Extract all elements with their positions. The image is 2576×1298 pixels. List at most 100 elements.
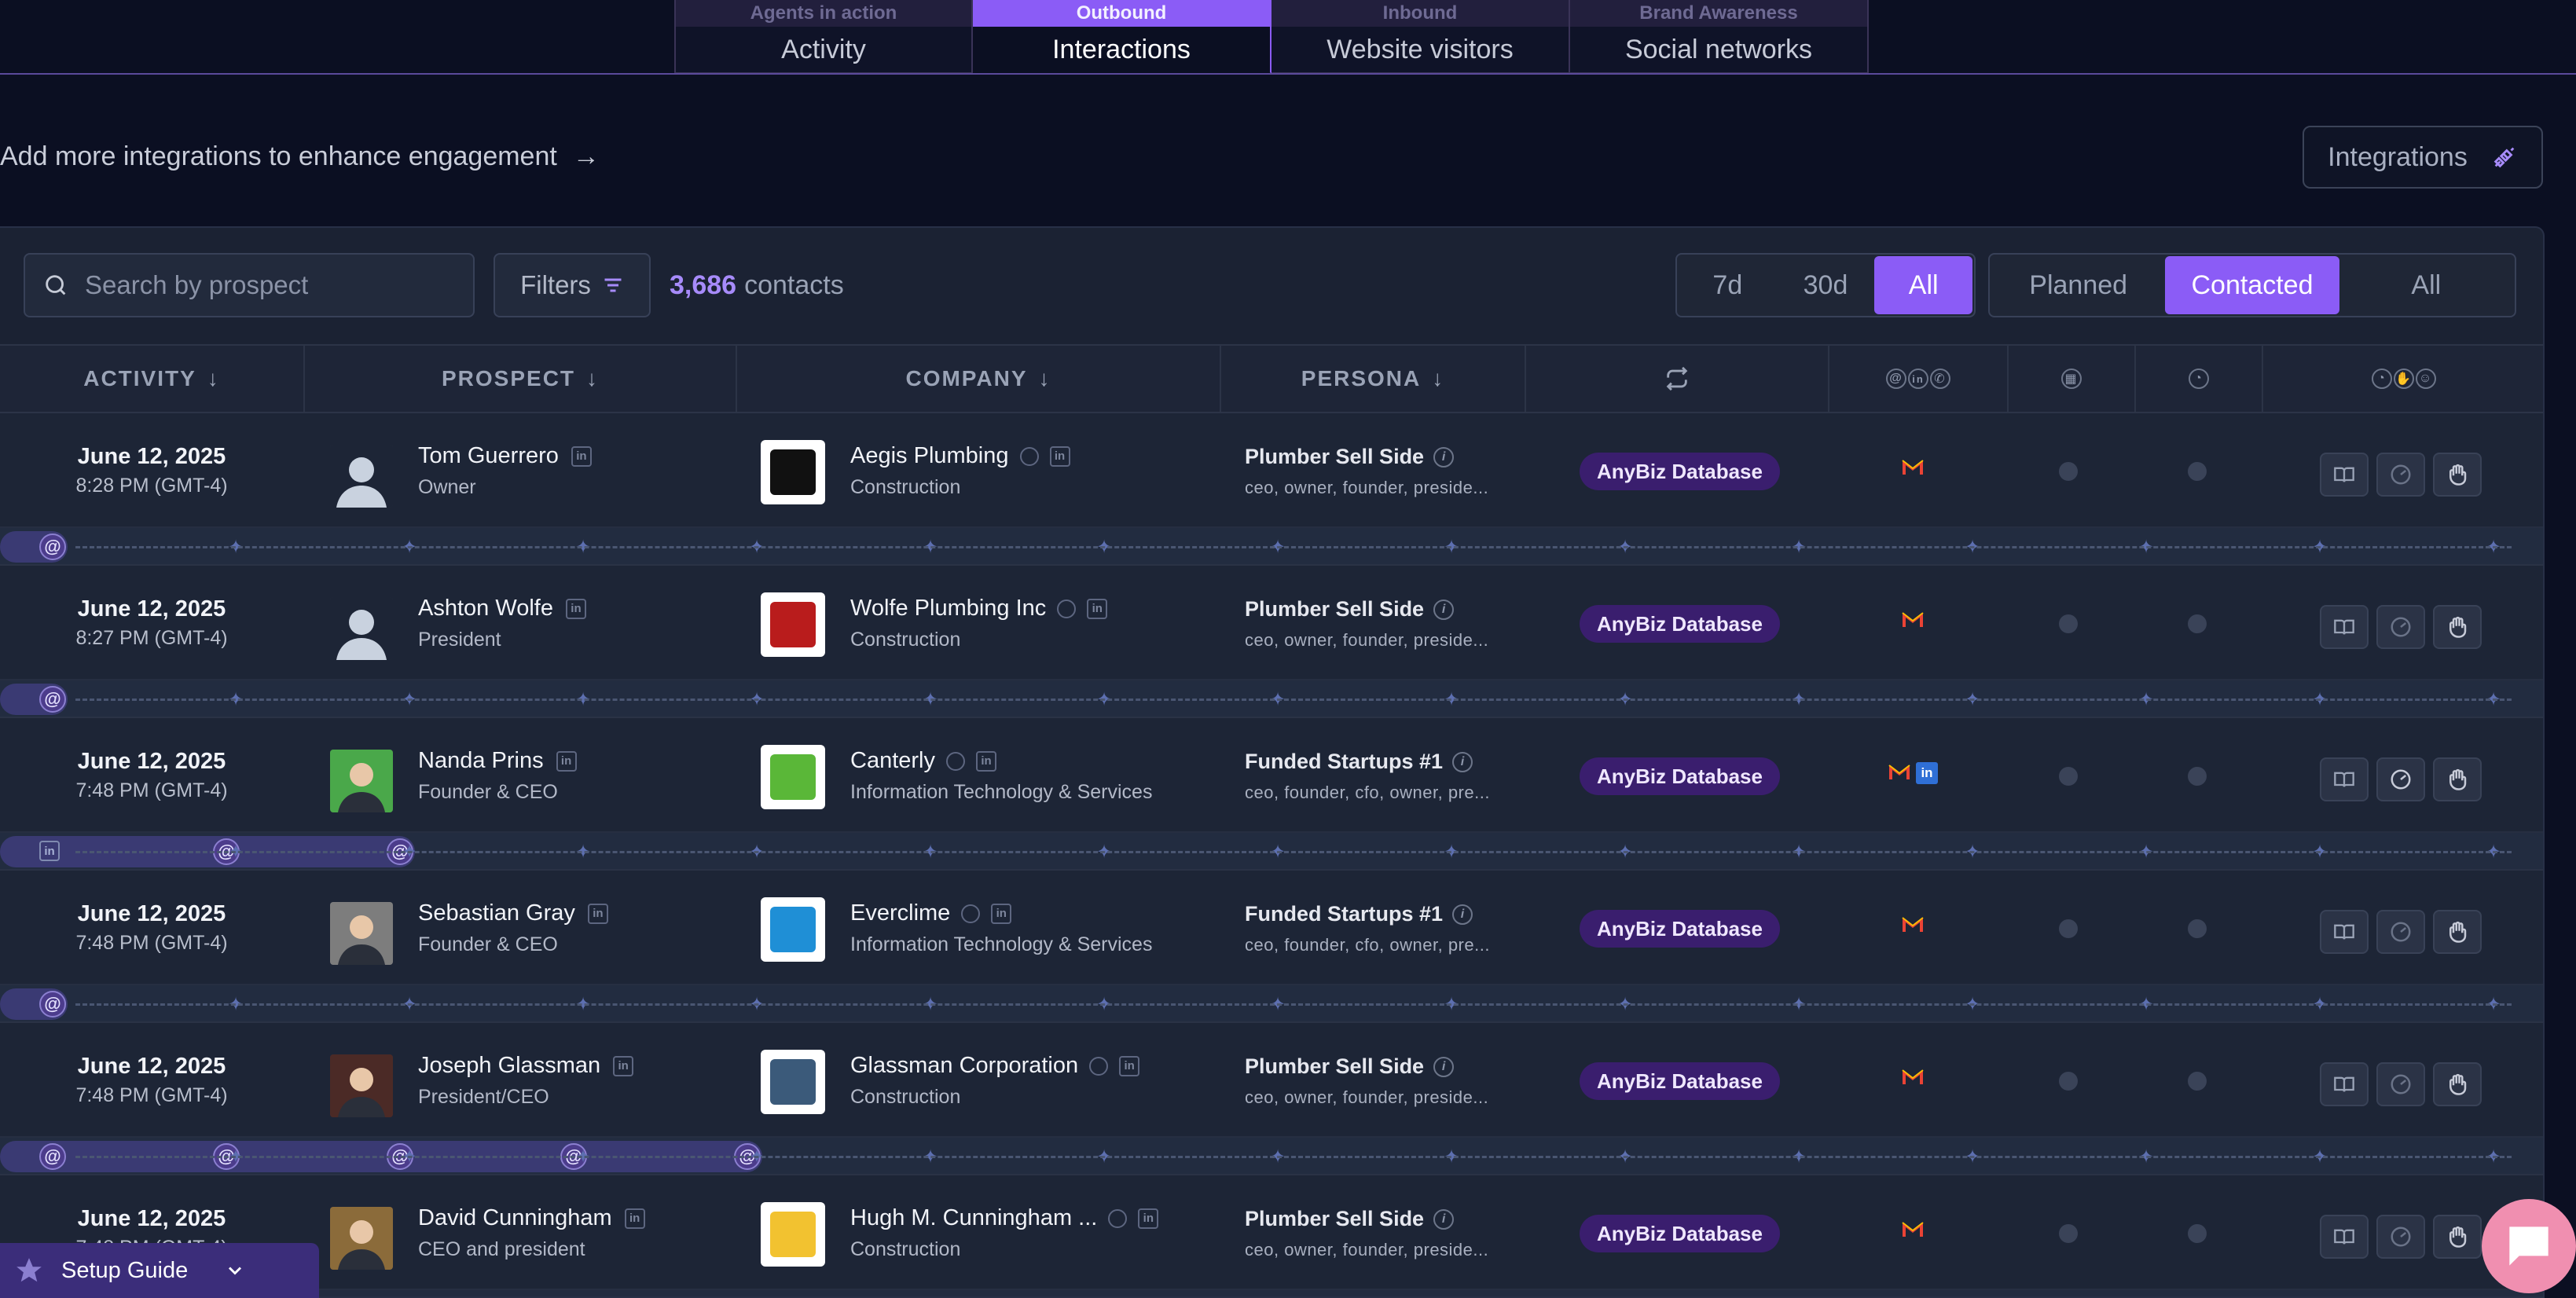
company-name[interactable]: Hugh M. Cunningham ... in — [850, 1205, 1159, 1231]
linkedin-icon[interactable]: in — [624, 1208, 645, 1229]
open-book-button[interactable] — [2320, 605, 2369, 649]
integrations-button[interactable]: Integrations — [2303, 126, 2543, 189]
open-book-button[interactable] — [2320, 910, 2369, 954]
table-row[interactable]: June 12, 2025 7:48 PM (GMT-4) Joseph Gla… — [0, 1023, 2543, 1138]
prospect-name[interactable]: Joseph Glassman in — [418, 1053, 634, 1079]
stop-hand-button[interactable] — [2433, 453, 2482, 497]
setup-guide-bar[interactable]: Setup Guide — [0, 1243, 319, 1298]
engagement-button[interactable] — [2376, 453, 2425, 497]
status-option-contacted[interactable]: Contacted — [2165, 256, 2339, 314]
globe-icon[interactable] — [961, 904, 981, 923]
company-name[interactable]: Glassman Corporation in — [850, 1053, 1140, 1079]
email-event-icon[interactable]: @ — [39, 686, 66, 713]
linkedin-icon[interactable]: in — [1049, 446, 1070, 467]
linkedin-icon[interactable]: in — [1138, 1208, 1159, 1229]
globe-icon[interactable] — [1089, 1056, 1109, 1076]
info-icon[interactable]: i — [1452, 751, 1473, 772]
column-persona[interactable]: PERSONA ↓ — [1221, 346, 1526, 412]
stop-hand-button[interactable] — [2433, 910, 2482, 954]
linkedin-icon[interactable]: in — [613, 1055, 634, 1076]
avatar[interactable] — [330, 597, 393, 660]
column-actions[interactable]: ◔ ✋ ☺ — [2263, 346, 2543, 412]
globe-icon[interactable] — [1019, 446, 1039, 466]
engagement-button[interactable] — [2376, 757, 2425, 801]
globe-icon[interactable] — [1057, 599, 1077, 618]
linkedin-icon[interactable]: in — [1119, 1055, 1140, 1076]
engagement-button[interactable] — [2376, 605, 2425, 649]
open-book-button[interactable] — [2320, 1062, 2369, 1106]
column-engagement[interactable]: ◔ — [2136, 346, 2263, 412]
linkedin-icon[interactable]: in — [571, 446, 592, 467]
search-box[interactable] — [24, 253, 475, 317]
tab-social-networks[interactable]: Brand Awareness Social networks — [1570, 0, 1869, 74]
status-option-all[interactable]: All — [2339, 256, 2513, 314]
table-row[interactable]: June 12, 2025 8:28 PM (GMT-4) Tom Guerre… — [0, 413, 2543, 528]
email-event-icon[interactable]: @ — [39, 534, 66, 560]
column-source[interactable] — [1526, 346, 1829, 412]
column-activity[interactable]: ACTIVITY ↓ — [0, 346, 305, 412]
range-option-7d[interactable]: 7d — [1679, 256, 1777, 314]
avatar[interactable] — [330, 1054, 393, 1117]
info-icon[interactable]: i — [1433, 446, 1455, 468]
info-icon[interactable]: i — [1452, 904, 1473, 925]
info-icon[interactable]: i — [1433, 599, 1455, 620]
avatar[interactable] — [330, 1207, 393, 1270]
status-option-planned[interactable]: Planned — [1991, 256, 2165, 314]
range-option-30d[interactable]: 30d — [1777, 256, 1875, 314]
company-name[interactable]: Wolfe Plumbing Inc in — [850, 596, 1108, 622]
open-book-button[interactable] — [2320, 453, 2369, 497]
prospect-name[interactable]: David Cunningham in — [418, 1205, 645, 1231]
engagement-button[interactable] — [2376, 1062, 2425, 1106]
linkedin-icon[interactable]: in — [565, 598, 586, 619]
integrations-promo-link[interactable]: Add more integrations to enhance engagem… — [0, 141, 600, 172]
persona-name: Funded Startups #1 i — [1245, 750, 1473, 774]
prospect-name[interactable]: Tom Guerrero in — [418, 443, 592, 469]
stop-hand-button[interactable] — [2433, 757, 2482, 801]
engagement-button[interactable] — [2376, 1215, 2425, 1259]
integrations-label: Integrations — [2328, 141, 2468, 172]
stop-hand-button[interactable] — [2433, 1215, 2482, 1259]
table-row[interactable]: June 12, 2025 7:48 PM (GMT-4) Sebastian … — [0, 871, 2543, 985]
column-channels[interactable]: @ in ✆ — [1829, 346, 2009, 412]
avatar[interactable] — [330, 902, 393, 965]
table-row[interactable]: June 12, 2025 7:48 PM (GMT-4) David Cunn… — [0, 1175, 2543, 1290]
prospect-name[interactable]: Nanda Prins in — [418, 748, 577, 774]
prospect-name[interactable]: Sebastian Gray in — [418, 900, 608, 926]
stop-hand-button[interactable] — [2433, 1062, 2482, 1106]
column-label: PERSONA — [1301, 366, 1422, 390]
linkedin-icon[interactable]: in — [556, 750, 577, 772]
column-calendar[interactable]: ▦ — [2009, 346, 2136, 412]
company-name[interactable]: Everclime in — [850, 900, 1012, 926]
column-prospect[interactable]: PROSPECT ↓ — [305, 346, 737, 412]
stop-hand-button[interactable] — [2433, 605, 2482, 649]
avatar[interactable] — [330, 750, 393, 812]
email-event-icon[interactable]: @ — [39, 991, 66, 1018]
company-name[interactable]: Aegis Plumbing in — [850, 443, 1070, 469]
globe-icon[interactable] — [1108, 1208, 1128, 1228]
linkedin-icon[interactable]: in — [587, 903, 608, 924]
column-company[interactable]: COMPANY ↓ — [737, 346, 1221, 412]
tab-caption: Brand Awareness — [1570, 0, 1867, 27]
avatar[interactable] — [330, 445, 393, 508]
globe-icon[interactable] — [946, 751, 965, 771]
chat-launcher-button[interactable] — [2482, 1199, 2576, 1293]
tab-website-visitors[interactable]: Inbound Website visitors — [1271, 0, 1570, 74]
table-row[interactable]: June 12, 2025 8:27 PM (GMT-4) Ashton Wol… — [0, 566, 2543, 680]
prospect-name[interactable]: Ashton Wolfe in — [418, 596, 586, 622]
open-book-button[interactable] — [2320, 1215, 2369, 1259]
table-row[interactable]: June 12, 2025 7:48 PM (GMT-4) Nanda Prin… — [0, 718, 2543, 833]
email-event-icon[interactable]: @ — [39, 1143, 66, 1170]
info-icon[interactable]: i — [1433, 1056, 1455, 1077]
engagement-button[interactable] — [2376, 910, 2425, 954]
linkedin-icon[interactable]: in — [1087, 598, 1108, 619]
company-name[interactable]: Canterly in — [850, 748, 996, 774]
filters-button[interactable]: Filters — [494, 253, 651, 317]
info-icon[interactable]: i — [1433, 1208, 1455, 1230]
linkedin-icon[interactable]: in — [976, 750, 996, 772]
tab-interactions[interactable]: Outbound Interactions — [973, 0, 1271, 74]
range-option-all[interactable]: All — [1874, 256, 1973, 314]
tab-activity[interactable]: Agents in action Activity — [674, 0, 973, 74]
linkedin-icon[interactable]: in — [991, 903, 1012, 924]
open-book-button[interactable] — [2320, 757, 2369, 801]
search-input[interactable] — [85, 270, 446, 300]
